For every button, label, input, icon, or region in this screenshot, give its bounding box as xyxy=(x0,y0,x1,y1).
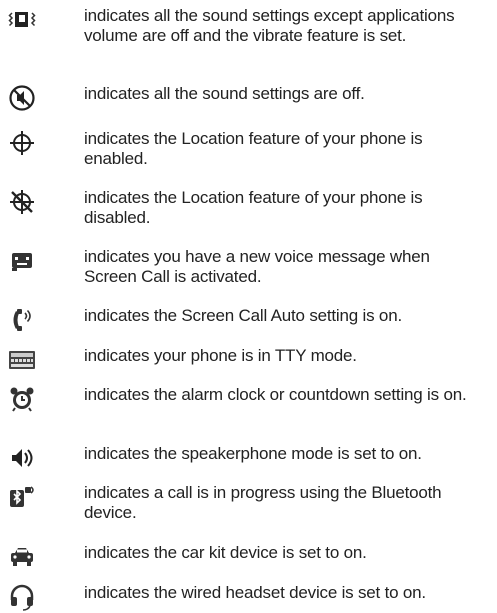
legend-text: indicates the Screen Call Auto setting i… xyxy=(84,306,402,325)
bluetooth-call-icon xyxy=(8,483,36,511)
legend-text: indicates the speakerphone mode is set t… xyxy=(84,444,422,463)
voice-message-icon xyxy=(8,247,36,275)
legend-text: indicates your phone is in TTY mode. xyxy=(84,346,357,365)
location-off-icon xyxy=(8,188,36,216)
speakerphone-icon xyxy=(8,444,36,472)
legend-text: indicates the car kit device is set to o… xyxy=(84,543,367,562)
legend-text: indicates all the sound settings except … xyxy=(84,6,455,45)
legend-text: indicates the Location feature of your p… xyxy=(84,188,423,227)
legend-text: indicates the wired headset device is se… xyxy=(84,583,426,602)
screen-call-auto-icon xyxy=(8,306,36,334)
alarm-clock-icon xyxy=(8,385,36,413)
legend-text: indicates you have a new voice message w… xyxy=(84,247,430,286)
location-on-icon xyxy=(8,129,36,157)
sound-off-icon xyxy=(8,84,36,112)
vibrate-only-icon xyxy=(8,6,36,34)
headset-icon xyxy=(8,583,36,611)
legend-text: indicates the alarm clock or countdown s… xyxy=(84,385,467,404)
tty-keyboard-icon xyxy=(8,346,36,374)
car-kit-icon xyxy=(8,543,36,571)
legend-text: indicates a call is in progress using th… xyxy=(84,483,442,522)
legend-text: indicates the Location feature of your p… xyxy=(84,129,423,168)
legend-text: indicates all the sound settings are off… xyxy=(84,84,365,103)
